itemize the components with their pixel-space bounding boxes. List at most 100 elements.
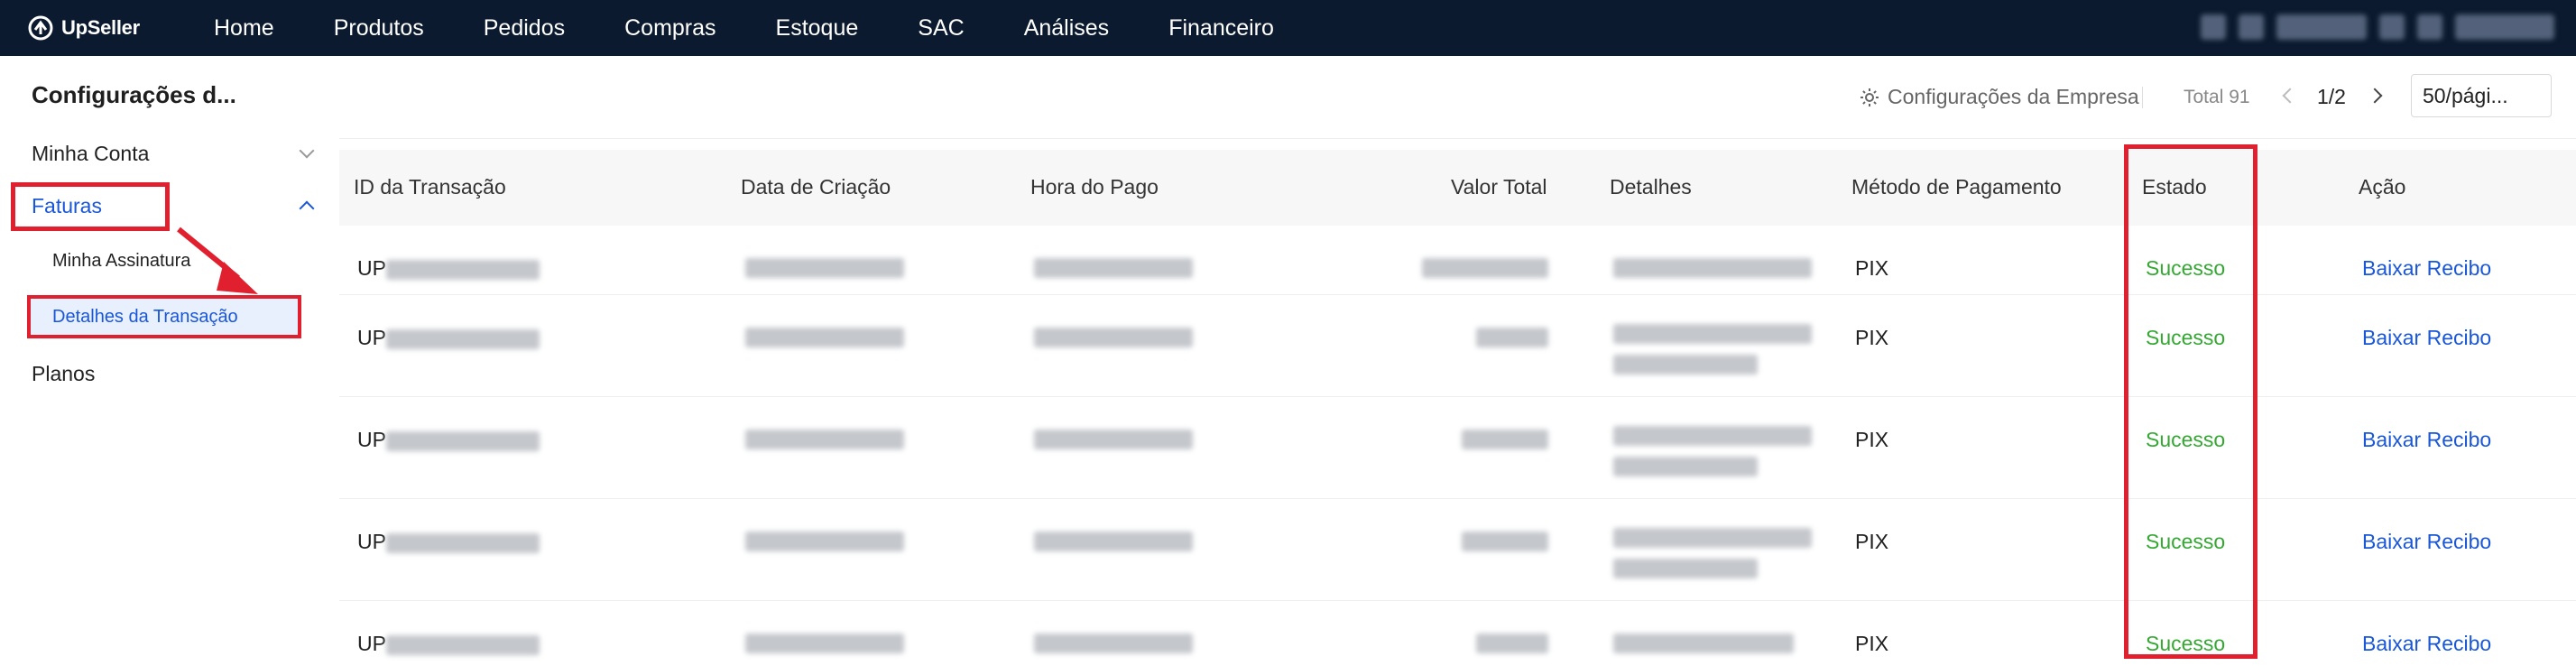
- top-right-tools: [2201, 14, 2554, 40]
- redacted-text: [1462, 430, 1548, 449]
- column-header-estado: Estado: [2142, 175, 2207, 199]
- download-receipt-link[interactable]: Baixar Recibo: [2362, 256, 2491, 281]
- total-value: [1462, 430, 1548, 449]
- nav-produtos[interactable]: Produtos: [334, 15, 424, 42]
- nav-pedidos[interactable]: Pedidos: [484, 15, 565, 42]
- table-toolbar: Configurações da Empresa Total 91 1/2 50…: [339, 56, 2576, 139]
- payment-method: PIX: [1855, 428, 1889, 451]
- chevron-up-icon: [299, 200, 315, 217]
- chevron-down-icon: [299, 143, 315, 159]
- redacted-text: [745, 430, 904, 449]
- transaction-id: UP: [357, 632, 540, 656]
- nav-sac[interactable]: SAC: [918, 15, 964, 42]
- redacted-text: [1462, 532, 1548, 551]
- paid-time: [1034, 532, 1193, 551]
- redacted-text: [1613, 324, 1812, 344]
- download-receipt-link[interactable]: Baixar Recibo: [2362, 530, 2491, 554]
- redacted-text: [1034, 430, 1193, 449]
- redacted-text: [385, 430, 540, 451]
- creation-date: [745, 328, 904, 347]
- creation-date: [745, 634, 904, 653]
- sidebar-item-label: Faturas: [32, 193, 102, 217]
- details: [1613, 426, 1812, 476]
- redacted-text: [1422, 258, 1548, 278]
- total-count: Total 91: [2184, 87, 2250, 107]
- table-row: UP PIX Sucesso Baixar Recibo: [339, 226, 2576, 295]
- sidebar-item-planos[interactable]: Planos: [0, 356, 339, 392]
- notification-icon[interactable]: [2201, 14, 2226, 40]
- nav-compras[interactable]: Compras: [624, 15, 716, 42]
- redacted-text: [1476, 634, 1548, 653]
- column-header-valor-total: Valor Total: [1451, 175, 1547, 199]
- column-header-hora-pago: Hora do Pago: [1030, 175, 1159, 199]
- gear-icon: [1860, 88, 1879, 106]
- redacted-text: [1034, 328, 1193, 347]
- status-badge: Sucesso: [2146, 428, 2226, 451]
- paid-time: [1034, 634, 1193, 653]
- table-row: UP PIX Sucesso Baixar Recibo: [339, 499, 2576, 601]
- redacted-text: [1034, 634, 1193, 653]
- nav-home[interactable]: Home: [214, 15, 274, 42]
- paid-time: [1034, 258, 1193, 278]
- company-settings-link[interactable]: Configurações da Empresa: [1859, 85, 2139, 109]
- page-size-select[interactable]: 50/pági...: [2411, 74, 2552, 117]
- column-header-detalhes: Detalhes: [1610, 175, 1692, 199]
- table-header: ID da Transação Data de Criação Hora do …: [339, 150, 2576, 226]
- app-switcher[interactable]: [2276, 14, 2367, 40]
- sidebar-item-minha-conta[interactable]: Minha Conta: [0, 135, 339, 171]
- download-receipt-link[interactable]: Baixar Recibo: [2362, 632, 2491, 656]
- nav-financeiro[interactable]: Financeiro: [1168, 15, 1274, 42]
- column-header-id: ID da Transação: [354, 175, 506, 199]
- column-header-acao: Ação: [2359, 175, 2406, 199]
- payment-method: PIX: [1855, 326, 1889, 349]
- transaction-id-prefix: UP: [357, 256, 386, 280]
- details: [1613, 528, 1812, 578]
- redacted-text: [1613, 426, 1812, 446]
- prev-page-button[interactable]: [2282, 88, 2298, 104]
- status-badge: Sucesso: [2146, 326, 2226, 349]
- next-page-button[interactable]: [2367, 88, 2383, 104]
- sidebar-item-minha-assinatura[interactable]: Minha Assinatura: [52, 251, 190, 272]
- company-settings-label: Configurações da Empresa: [1888, 85, 2139, 108]
- transaction-id: UP: [357, 530, 540, 554]
- transaction-id: UP: [357, 256, 540, 281]
- main-nav: Home Produtos Pedidos Compras Estoque SA…: [214, 15, 1334, 42]
- help-icon[interactable]: [2379, 14, 2405, 40]
- download-receipt-link[interactable]: Baixar Recibo: [2362, 326, 2491, 350]
- total-value: [1476, 634, 1548, 653]
- download-receipt-link[interactable]: Baixar Recibo: [2362, 428, 2491, 452]
- upseller-logo-icon: [28, 15, 53, 41]
- nav-analises[interactable]: Análises: [1024, 15, 1110, 42]
- column-header-metodo-pagamento: Método de Pagamento: [1851, 175, 2062, 199]
- settings-icon[interactable]: [2417, 14, 2442, 40]
- redacted-text: [1613, 559, 1758, 578]
- table-row: UP PIX Sucesso Baixar Recibo: [339, 397, 2576, 499]
- sidebar-title: Configurações d...: [32, 81, 236, 108]
- redacted-text: [1034, 532, 1193, 551]
- table-row: UP PIX Sucesso Baixar Recibo: [339, 295, 2576, 397]
- transaction-id-prefix: UP: [357, 530, 386, 553]
- message-icon[interactable]: [2239, 14, 2264, 40]
- transaction-id-prefix: UP: [357, 326, 386, 349]
- column-header-data-criacao: Data de Criação: [741, 175, 891, 199]
- payment-method: PIX: [1855, 256, 1889, 280]
- redacted-text: [745, 258, 904, 278]
- upseller-logo[interactable]: UpSeller: [27, 14, 208, 42]
- logo-text: UpSeller: [61, 16, 140, 39]
- redacted-text: [745, 634, 904, 653]
- redacted-text: [745, 532, 904, 551]
- creation-date: [745, 532, 904, 551]
- user-menu[interactable]: [2455, 14, 2554, 40]
- creation-date: [745, 430, 904, 449]
- redacted-text: [1613, 634, 1794, 653]
- details: [1613, 258, 1812, 278]
- status-badge: Sucesso: [2146, 530, 2226, 553]
- nav-estoque[interactable]: Estoque: [776, 15, 859, 42]
- transaction-id: UP: [357, 326, 540, 350]
- redacted-text: [1613, 457, 1758, 476]
- toolbar-divider: [2142, 87, 2143, 108]
- sidebar-item-faturas[interactable]: Faturas: [0, 188, 339, 224]
- sidebar-item-detalhes-transacao[interactable]: Detalhes da Transação: [27, 295, 301, 338]
- main-content: Configurações da Empresa Total 91 1/2 50…: [339, 56, 2576, 666]
- status-badge: Sucesso: [2146, 256, 2226, 280]
